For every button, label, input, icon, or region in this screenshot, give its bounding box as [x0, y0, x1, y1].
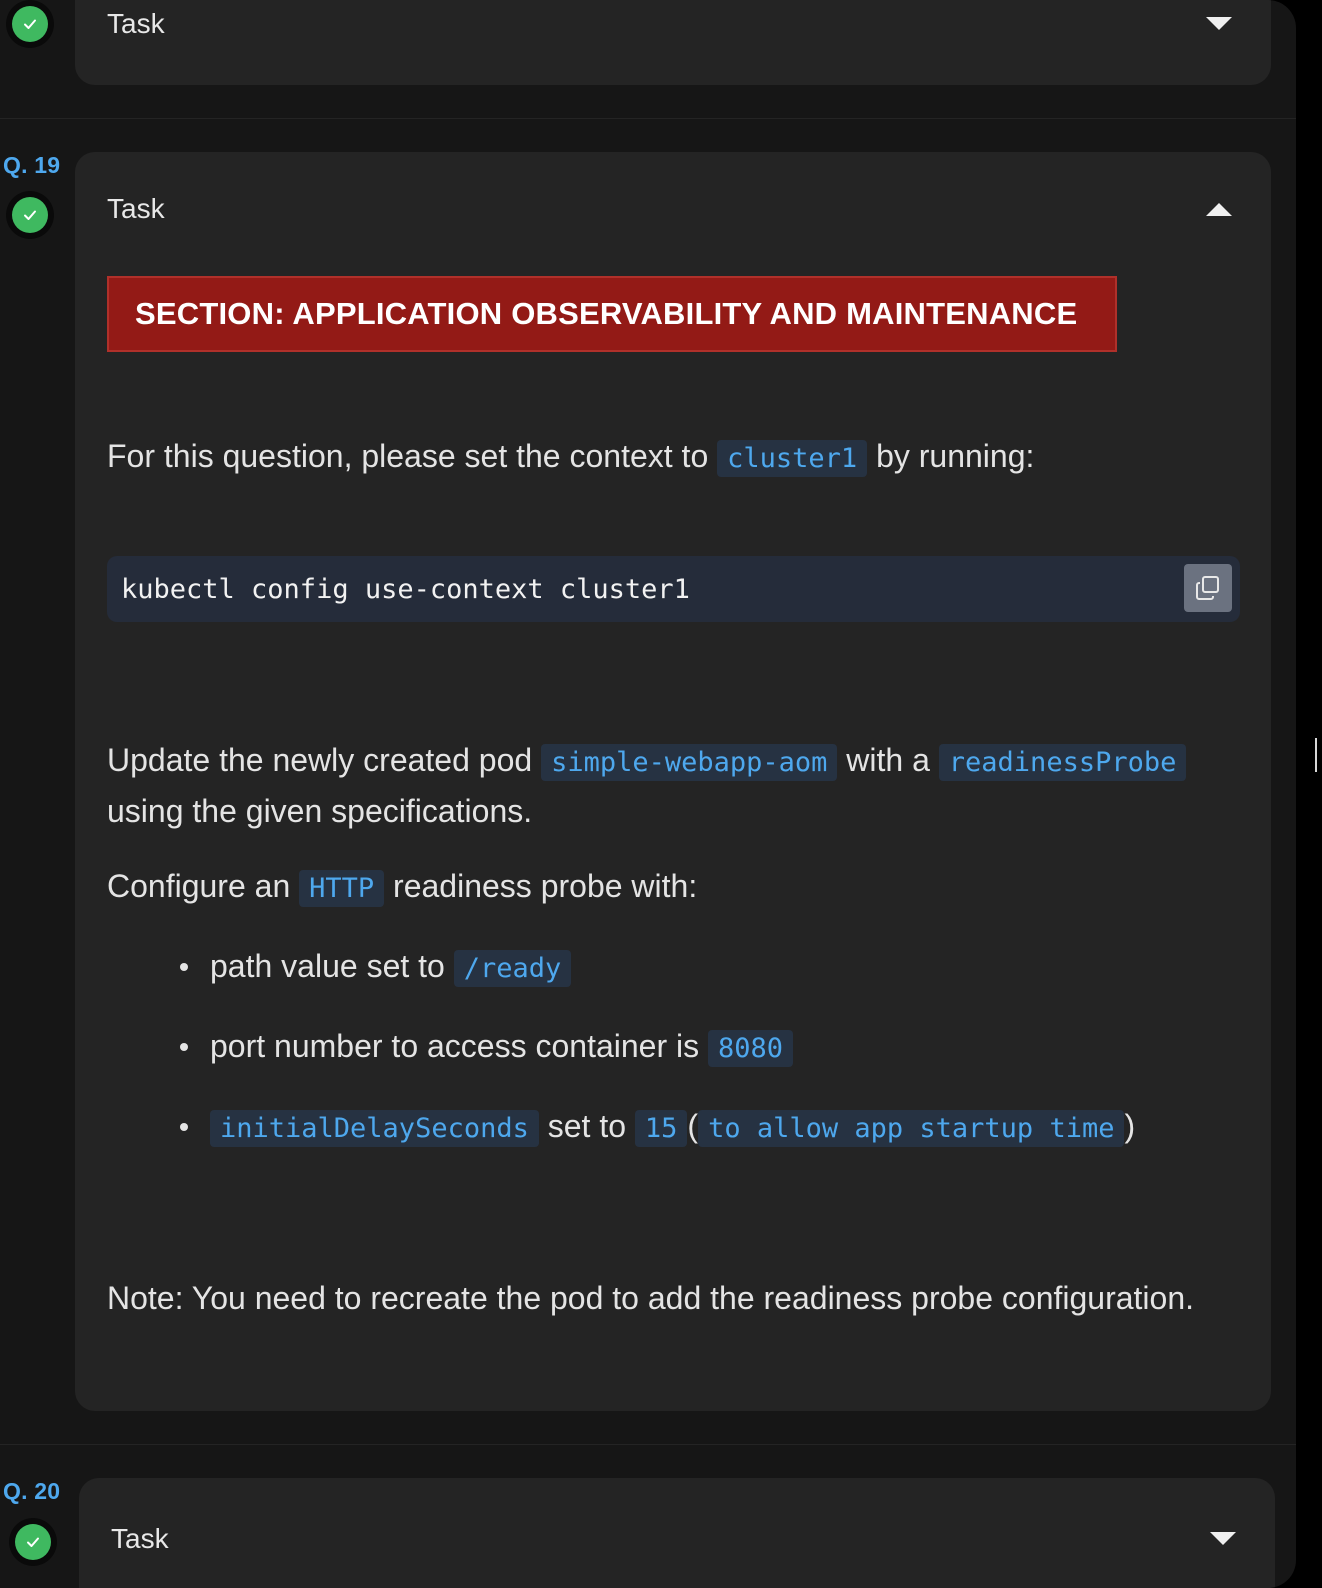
copy-button[interactable] — [1184, 564, 1232, 612]
spec-delay-item: initialDelaySeconds set to 15(to allow a… — [180, 1102, 1135, 1182]
chevron-down-icon[interactable] — [1203, 1524, 1243, 1554]
command-text: kubectl config use-context cluster1 — [121, 573, 690, 605]
path-text: path value set to — [210, 948, 445, 984]
q19-task-header[interactable]: Task — [107, 184, 1239, 234]
pod-name-code: simple-webapp-aom — [541, 744, 838, 781]
delay-note-code: to allow app startup time — [698, 1110, 1125, 1147]
section-banner: SECTION: APPLICATION OBSERVABILITY AND M… — [107, 276, 1117, 352]
spec-port-item: port number to access container is 8080 — [180, 1022, 1135, 1102]
window-edge — [1296, 0, 1322, 1588]
q19-task-title: Task — [107, 193, 165, 224]
note-text: Note: You need to recreate the pod to ad… — [107, 1280, 1195, 1316]
q18-task-card: Task — [75, 0, 1271, 85]
port-value-code: 8080 — [708, 1030, 794, 1067]
update-text-after: using the given specifications. — [107, 793, 533, 829]
question-divider — [0, 118, 1296, 119]
q20-task-card: Task — [79, 1478, 1275, 1588]
chevron-up-icon[interactable] — [1199, 194, 1239, 224]
q18-status-check-icon — [6, 0, 54, 48]
paren-open: ( — [687, 1108, 699, 1144]
context-name-code: cluster1 — [717, 440, 868, 477]
delay-key-code: initialDelaySeconds — [210, 1110, 539, 1147]
update-text-before: Update the newly created pod — [107, 742, 533, 778]
q19-status-check-icon — [6, 191, 54, 239]
questions-panel: Task Q. 19 Task SECTION: APPLICATION OBS… — [0, 0, 1296, 1588]
copy-icon — [1196, 576, 1219, 600]
protocol-code: HTTP — [299, 870, 385, 907]
paren-close: ) — [1124, 1108, 1136, 1144]
update-instruction: Update the newly created pod simple-weba… — [107, 736, 1247, 835]
configure-text-before: Configure an — [107, 868, 291, 904]
q18-task-title: Task — [107, 8, 165, 39]
command-code-block: kubectl config use-context cluster1 — [107, 556, 1240, 622]
chevron-down-icon[interactable] — [1199, 9, 1239, 39]
q20-number-label: Q. 20 — [3, 1478, 61, 1504]
q18-task-header[interactable]: Task — [107, 0, 1239, 49]
context-instruction: For this question, please set the contex… — [107, 432, 1034, 483]
context-text-after: by running: — [876, 438, 1035, 474]
probe-name-code: readinessProbe — [938, 744, 1187, 781]
q20-task-title: Task — [111, 1523, 169, 1554]
scroll-indicator[interactable] — [1315, 738, 1317, 772]
question-divider — [0, 1444, 1296, 1445]
configure-text-after: readiness probe with: — [393, 868, 698, 904]
configure-instruction: Configure an HTTP readiness probe with: — [107, 862, 697, 913]
probe-spec-list: path value set to /ready port number to … — [180, 942, 1135, 1182]
q20-task-header[interactable]: Task — [111, 1514, 1243, 1564]
context-text-before: For this question, please set the contex… — [107, 438, 709, 474]
q20-status-check-icon — [9, 1518, 57, 1566]
port-text: port number to access container is — [210, 1028, 700, 1064]
q19-number-label: Q. 19 — [3, 152, 61, 178]
update-text-middle: with a — [846, 742, 930, 778]
delay-text: set to — [547, 1108, 627, 1144]
delay-value-code: 15 — [634, 1110, 688, 1147]
q19-task-card: Task SECTION: APPLICATION OBSERVABILITY … — [75, 152, 1271, 1411]
spec-path-item: path value set to /ready — [180, 942, 1135, 1022]
path-value-code: /ready — [453, 950, 572, 987]
